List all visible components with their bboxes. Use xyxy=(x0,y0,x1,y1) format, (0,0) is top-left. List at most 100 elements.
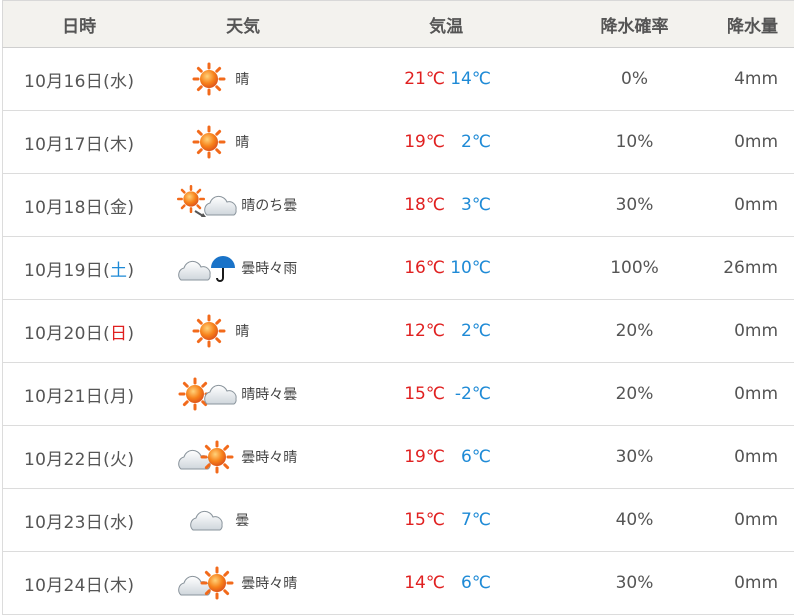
row-weather: 曇 xyxy=(155,500,331,540)
weather-label: 曇 xyxy=(235,513,250,529)
row-temp: 14℃ 6℃ xyxy=(331,573,561,593)
header-date: 日時 xyxy=(62,16,97,37)
row-date: 10月24日(木) xyxy=(3,571,155,596)
temp-low: 10℃ xyxy=(450,258,491,278)
date-close: ) xyxy=(127,323,135,344)
table-row: 10月16日(水) 晴 21℃ 14℃ 0% 4mm xyxy=(2,48,794,111)
row-temp: 18℃ 3℃ xyxy=(331,195,561,215)
row-date: 10月21日(月) xyxy=(3,382,155,407)
temp-low: 6℃ xyxy=(461,573,491,593)
temp-low: 7℃ xyxy=(461,510,491,530)
row-amount: 4mm xyxy=(734,69,778,89)
date-close: ) xyxy=(127,134,135,155)
row-weather: 晴時々曇 xyxy=(155,374,331,414)
temp-high: 21℃ xyxy=(404,69,445,89)
date-text: 10月18日( xyxy=(24,197,110,218)
table-row: 10月19日(土) 曇時々雨 16℃ 10℃ 100% 26mm xyxy=(2,237,794,300)
temp-high: 16℃ xyxy=(404,258,445,278)
day-of-week: 月 xyxy=(110,386,128,407)
table-row: 10月22日(火) 曇時々晴 19℃ 6℃ 30% 0mm xyxy=(2,426,794,489)
temp-high: 19℃ xyxy=(404,447,445,467)
date-text: 10月16日( xyxy=(24,71,110,92)
row-prob: 30% xyxy=(615,573,654,593)
row-prob: 0% xyxy=(621,69,648,89)
temp-high: 15℃ xyxy=(404,510,445,530)
day-of-week: 土 xyxy=(110,260,128,281)
row-prob: 10% xyxy=(615,132,654,152)
row-prob: 30% xyxy=(615,447,654,467)
weather-label: 晴 xyxy=(235,324,250,340)
table-header: 日時 天気 気温 降水確率 降水量 xyxy=(2,0,794,48)
row-date: 10月23日(水) xyxy=(3,508,155,533)
date-text: 10月22日( xyxy=(24,449,110,470)
date-close: ) xyxy=(127,449,135,470)
row-weather: 曇時々晴 xyxy=(155,437,331,477)
row-temp: 19℃ 2℃ xyxy=(331,132,561,152)
row-temp: 16℃ 10℃ xyxy=(331,258,561,278)
date-close: ) xyxy=(127,512,135,533)
day-of-week: 水 xyxy=(110,512,128,533)
header-amount: 降水量 xyxy=(727,16,778,37)
header-prob: 降水確率 xyxy=(600,16,669,37)
temp-low: 6℃ xyxy=(461,447,491,467)
row-temp: 19℃ 6℃ xyxy=(331,447,561,467)
day-of-week: 木 xyxy=(110,134,128,155)
weather-table: 日時 天気 気温 降水確率 降水量 10月16日(水) 晴 21℃ 14℃ 0% 4mm 1… xyxy=(2,0,794,615)
row-weather: 曇時々晴 xyxy=(155,563,331,603)
weather-label: 曇時々晴 xyxy=(241,576,298,592)
date-close: ) xyxy=(127,575,135,596)
temp-low: 2℃ xyxy=(461,321,491,341)
date-close: ) xyxy=(127,260,135,281)
row-date: 10月17日(木) xyxy=(3,130,155,155)
temp-low: 2℃ xyxy=(461,132,491,152)
date-text: 10月17日( xyxy=(24,134,110,155)
date-text: 10月21日( xyxy=(24,386,110,407)
day-of-week: 水 xyxy=(110,71,128,92)
header-temp: 気温 xyxy=(429,16,464,37)
row-weather: 晴 xyxy=(155,59,331,99)
row-amount: 0mm xyxy=(734,447,778,467)
weather-label: 晴 xyxy=(235,72,250,88)
date-text: 10月19日( xyxy=(24,260,110,281)
temp-high: 14℃ xyxy=(404,573,445,593)
weather-label: 曇時々雨 xyxy=(241,261,298,277)
day-of-week: 金 xyxy=(110,197,128,218)
table-row: 10月18日(金) 晴のち曇 18℃ 3℃ 30% 0mm xyxy=(2,174,794,237)
row-amount: 0mm xyxy=(734,132,778,152)
date-text: 10月24日( xyxy=(24,575,110,596)
row-temp: 12℃ 2℃ xyxy=(331,321,561,341)
day-of-week: 火 xyxy=(110,449,128,470)
day-of-week: 木 xyxy=(110,575,128,596)
table-row: 10月21日(月) 晴時々曇 15℃ -2℃ 20% 0mm xyxy=(2,363,794,426)
table-row: 10月24日(木) 曇時々晴 14℃ 6℃ 30% 0mm xyxy=(2,552,794,615)
row-date: 10月20日(日) xyxy=(3,319,155,344)
weather-label: 晴のち曇 xyxy=(241,198,298,214)
temp-high: 15℃ xyxy=(404,384,445,404)
weather-label: 晴 xyxy=(235,135,250,151)
table-row: 10月23日(水) 曇 15℃ 7℃ 40% 0mm xyxy=(2,489,794,552)
row-temp: 15℃ -2℃ xyxy=(331,384,561,404)
temp-low: 14℃ xyxy=(450,69,491,89)
row-amount: 0mm xyxy=(734,384,778,404)
temp-low: 3℃ xyxy=(461,195,491,215)
row-amount: 0mm xyxy=(734,321,778,341)
row-weather: 曇時々雨 xyxy=(155,248,331,288)
row-amount: 0mm xyxy=(734,195,778,215)
row-weather: 晴のち曇 xyxy=(155,185,331,225)
row-date: 10月18日(金) xyxy=(3,193,155,218)
table-row: 10月17日(木) 晴 19℃ 2℃ 10% 0mm xyxy=(2,111,794,174)
row-amount: 0mm xyxy=(734,510,778,530)
row-amount: 26mm xyxy=(723,258,778,278)
row-prob: 30% xyxy=(615,195,654,215)
weather-label: 晴時々曇 xyxy=(241,387,298,403)
row-prob: 40% xyxy=(615,510,654,530)
row-temp: 21℃ 14℃ xyxy=(331,69,561,89)
row-temp: 15℃ 7℃ xyxy=(331,510,561,530)
row-prob: 100% xyxy=(610,258,659,278)
row-date: 10月22日(火) xyxy=(3,445,155,470)
row-date: 10月19日(土) xyxy=(3,256,155,281)
row-weather: 晴 xyxy=(155,122,331,162)
row-date: 10月16日(水) xyxy=(3,67,155,92)
row-prob: 20% xyxy=(615,321,654,341)
temp-low: -2℃ xyxy=(454,384,491,404)
